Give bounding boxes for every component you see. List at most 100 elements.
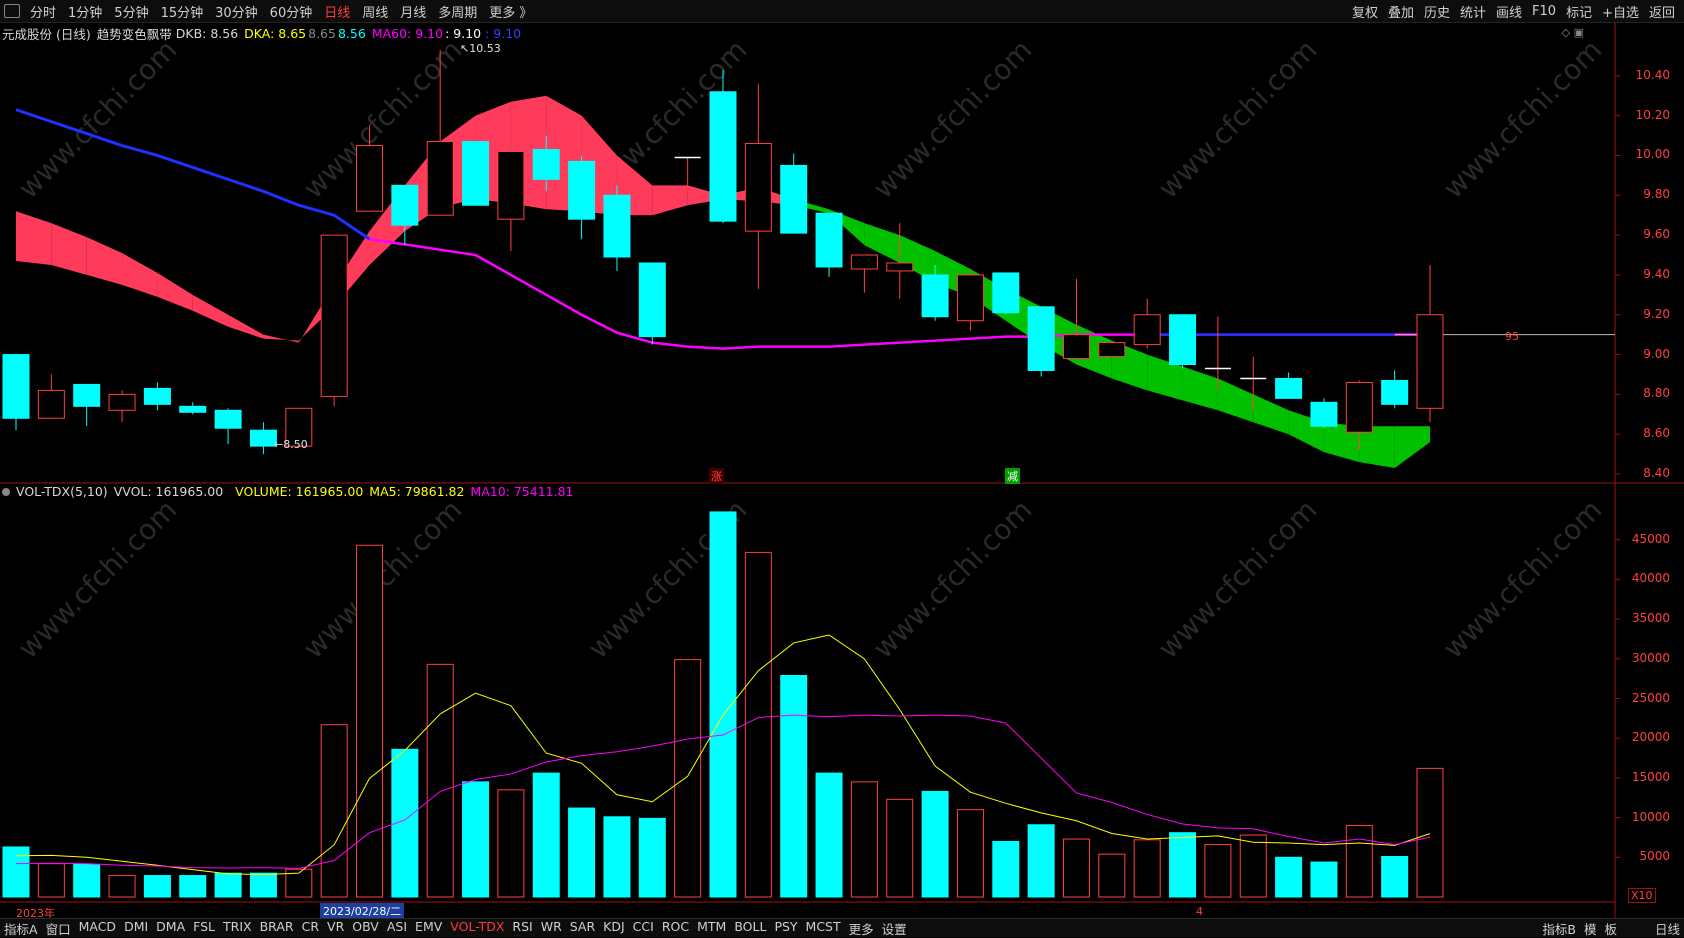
indicator-tab[interactable]: BRAR	[256, 919, 298, 938]
bottom-right-button[interactable]: 日线	[1651, 919, 1684, 938]
indicator-tab[interactable]: 更多	[845, 919, 878, 938]
value-3: : 9.10	[445, 26, 482, 41]
period-tab[interactable]: 5分钟	[108, 2, 154, 21]
indicator-tab[interactable]: TRIX	[219, 919, 256, 938]
ribbon-segment	[723, 187, 759, 202]
period-tab[interactable]: 日线	[318, 2, 356, 21]
period-tab[interactable]: 30分钟	[209, 2, 264, 21]
volume-bar	[179, 875, 207, 898]
volume-value: VOLUME: 161965.00	[235, 484, 364, 499]
period-tab[interactable]: 15分钟	[155, 2, 210, 21]
ribbon-segment	[1253, 394, 1289, 435]
indicator-tab[interactable]: FSL	[189, 919, 219, 938]
indicator-tab[interactable]: DMA	[152, 919, 189, 938]
volume-bar	[1204, 844, 1232, 898]
panel-menu-icons[interactable]: ◇ ▣	[1562, 26, 1584, 39]
ma10-value: MA10: 75411.81	[470, 484, 574, 499]
toolbar-button[interactable]: 历史	[1419, 2, 1455, 21]
volume-bar	[1345, 825, 1373, 898]
indicator-tab[interactable]: ROC	[658, 919, 693, 938]
ma60-line	[369, 237, 1430, 350]
volume-tick-label: 20000	[1631, 730, 1670, 745]
indicator-tab[interactable]: OBV	[348, 919, 383, 938]
period-tab[interactable]: 60分钟	[264, 2, 319, 21]
ribbon-segment	[1041, 306, 1077, 365]
ribbon-segment	[334, 231, 370, 307]
candle-body	[1416, 314, 1444, 409]
indicator-tab[interactable]: VR	[323, 919, 348, 938]
candle-body	[37, 389, 65, 419]
ma5-value: MA5: 79861.82	[369, 484, 465, 499]
indicator-tab[interactable]: WR	[537, 919, 566, 938]
period-tab[interactable]: 分时	[24, 2, 62, 21]
toolbar-button[interactable]: 统计	[1455, 2, 1491, 21]
volume-bar	[1275, 856, 1303, 898]
candle-body	[568, 160, 596, 220]
indicator-tab[interactable]: MACD	[75, 919, 120, 938]
volume-bar	[956, 809, 984, 898]
indicator-tab[interactable]: MCST	[802, 919, 845, 938]
watermark-text: www.cfchi.com	[867, 493, 1039, 665]
indicator-tab[interactable]: CCI	[629, 919, 658, 938]
ribbon-segment	[1111, 340, 1148, 391]
watermark-text: www.cfchi.com	[12, 33, 184, 205]
period-tab[interactable]: 周线	[356, 2, 394, 21]
bottom-right-button[interactable]: 指标B	[1538, 919, 1580, 938]
period-tab[interactable]: 1分钟	[62, 2, 108, 21]
candle-body	[921, 274, 949, 318]
indicator-tab[interactable]: ASI	[383, 919, 411, 938]
volume-toggle-icon[interactable]	[2, 487, 10, 496]
price-tick-label: 9.80	[1643, 187, 1670, 202]
indicator-tab[interactable]: MTM	[693, 919, 730, 938]
indicator-tab[interactable]: SAR	[566, 919, 599, 938]
indicator-tab[interactable]: KDJ	[599, 919, 629, 938]
toolbar-button[interactable]: +自选	[1597, 2, 1644, 21]
kline-chart[interactable]: www.cfchi.com www.cfchi.com www.cfchi.com w…	[0, 0, 1684, 936]
period-tab[interactable]: 多周期	[432, 2, 483, 21]
indicator-tab[interactable]: 指标A	[0, 919, 42, 938]
toolbar-button[interactable]: 标记	[1561, 2, 1597, 21]
value-2: 8.56	[337, 26, 366, 41]
ribbon-segment	[687, 185, 723, 206]
ribbon-segment	[404, 141, 441, 232]
window-menu-icon[interactable]	[4, 4, 20, 18]
volume-bar	[285, 868, 313, 898]
toolbar-button[interactable]: 复权	[1347, 2, 1383, 21]
indicator-tab[interactable]: DMI	[120, 919, 152, 938]
indicator-tab[interactable]: 设置	[878, 919, 911, 938]
period-tab[interactable]: 更多 》	[483, 2, 538, 21]
volume-bar	[815, 772, 843, 898]
ribbon-segment	[440, 115, 476, 208]
volume-indicator-title[interactable]: VOL-TDX(5,10)	[16, 484, 108, 499]
volume-bar	[143, 875, 171, 898]
candle-body	[1027, 306, 1055, 371]
toolbar-button[interactable]: 画线	[1491, 2, 1527, 21]
price-tick-label: 9.60	[1643, 227, 1670, 242]
candle-body	[1345, 381, 1373, 433]
indicator-tab[interactable]: CR	[298, 919, 323, 938]
indicator-tab[interactable]: PSY	[770, 919, 801, 938]
bottom-right-button[interactable]: 模	[1580, 919, 1601, 938]
indicator-tab[interactable]: 窗口	[42, 919, 75, 938]
indicator-tab[interactable]: RSI	[508, 919, 536, 938]
ribbon-segment	[298, 284, 335, 343]
bottom-right-button[interactable]: 板	[1600, 919, 1621, 938]
toolbar-button[interactable]: F10	[1527, 4, 1561, 19]
price-tick-label: 9.00	[1643, 346, 1670, 361]
period-tab[interactable]: 月线	[394, 2, 432, 21]
volume-ma10-line	[15, 714, 1431, 869]
volume-bar	[780, 674, 808, 898]
price-tick-label: 8.60	[1643, 426, 1670, 441]
volume-bar	[1063, 838, 1090, 898]
toolbar-button[interactable]: 叠加	[1383, 2, 1419, 21]
last-price-tag: 95	[1505, 330, 1519, 343]
indicator-tab[interactable]: VOL-TDX	[446, 919, 508, 938]
volume-bar	[603, 816, 631, 898]
ribbon-segment	[829, 209, 865, 246]
volume-bar	[850, 781, 878, 898]
indicator-tab[interactable]: EMV	[411, 919, 446, 938]
indicator-tab[interactable]: BOLL	[730, 919, 770, 938]
volume-bar	[1239, 834, 1267, 898]
toolbar-right-buttons: 复权 叠加 历史 统计 画线 F10 标记 +自选 返回	[1347, 0, 1680, 22]
toolbar-button[interactable]: 返回	[1644, 2, 1680, 21]
